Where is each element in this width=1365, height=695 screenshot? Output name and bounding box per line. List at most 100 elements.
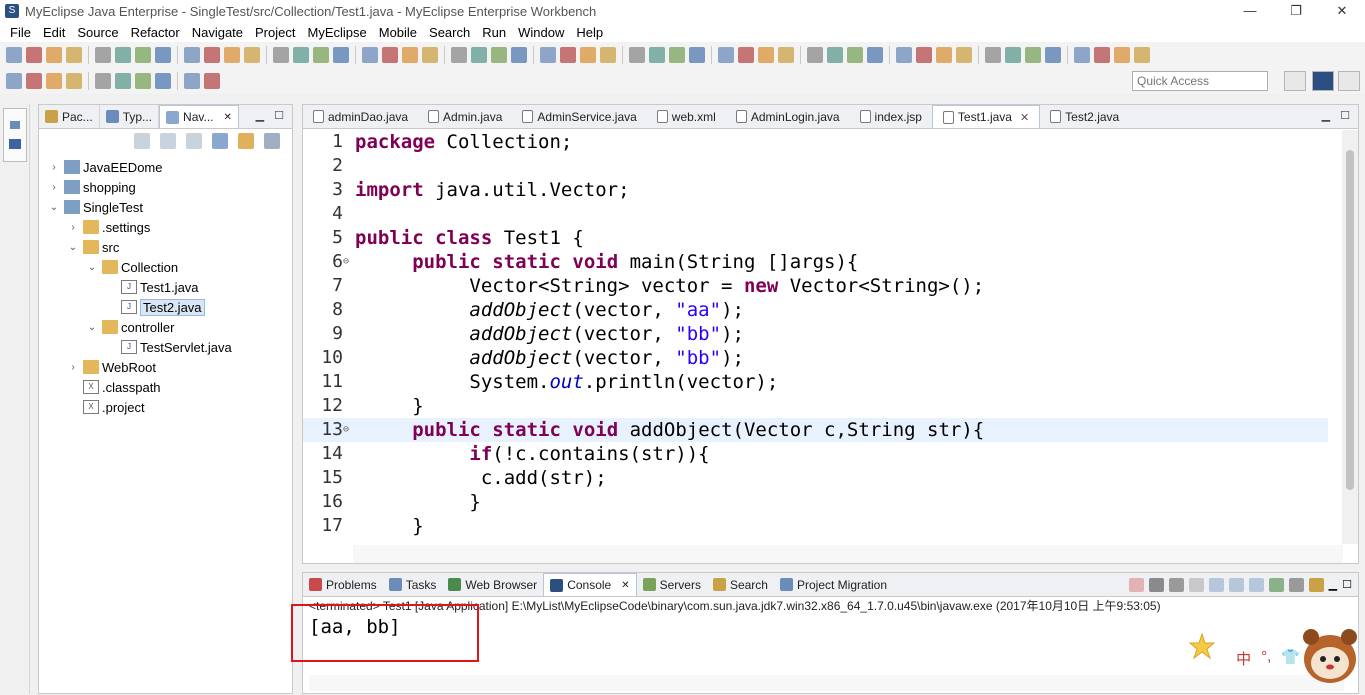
code-editor[interactable]: 1 package Collection; 2 3 import java.util.V…	[303, 130, 1328, 544]
view-tab-0[interactable]: Pac...	[39, 105, 100, 128]
editor-tab-test2-java[interactable]: Test2.java	[1040, 105, 1129, 128]
secondary-tool-icon[interactable]	[135, 73, 151, 89]
maximize-editor-icon[interactable]: ☐	[1340, 109, 1350, 122]
console-tab-problems[interactable]: Problems	[303, 573, 383, 596]
tree-item[interactable]: › shopping	[39, 177, 292, 197]
menu-source[interactable]: Source	[71, 25, 124, 40]
console-tab-search[interactable]: Search	[707, 573, 774, 596]
editor-tab-web-xml[interactable]: web.xml	[647, 105, 726, 128]
main-tool-icon[interactable]	[560, 47, 576, 63]
forward-icon[interactable]	[160, 133, 176, 149]
show-on-output-icon[interactable]	[1228, 578, 1244, 592]
main-tool-icon[interactable]	[827, 47, 843, 63]
open-console-icon[interactable]	[1308, 578, 1324, 592]
tree-item[interactable]: › JavaEEDome	[39, 157, 292, 177]
main-tool-icon[interactable]	[115, 47, 131, 63]
console-tab-web-browser[interactable]: Web Browser	[442, 573, 543, 596]
console-horizontal-scrollbar[interactable]	[309, 675, 1344, 691]
main-tool-icon[interactable]	[540, 47, 556, 63]
code-line[interactable]: 12 }	[303, 394, 1328, 418]
remove-launch-icon[interactable]	[1148, 578, 1164, 592]
menu-run[interactable]: Run	[476, 25, 512, 40]
pin-console-icon[interactable]	[1268, 578, 1284, 592]
code-line[interactable]: 16 }	[303, 490, 1328, 514]
view-menu-icon[interactable]	[264, 133, 280, 149]
main-tool-icon[interactable]	[1134, 47, 1150, 63]
display-console-icon[interactable]	[1288, 578, 1304, 592]
code-line[interactable]: 5 public class Test1 {	[303, 226, 1328, 250]
tree-item[interactable]: ⌄ Collection	[39, 257, 292, 277]
console-tab-servers[interactable]: Servers	[637, 573, 707, 596]
editor-tab-test1-java[interactable]: Test1.java ✕	[931, 105, 1041, 128]
secondary-tool-icon[interactable]	[66, 73, 82, 89]
editor-tab-admindao-java[interactable]: adminDao.java	[303, 105, 418, 128]
close-view-icon[interactable]: ✕	[223, 112, 231, 123]
secondary-tool-icon[interactable]	[26, 73, 42, 89]
restore-button[interactable]: ❐	[1273, 0, 1319, 22]
menu-refactor[interactable]: Refactor	[125, 25, 186, 40]
main-tool-icon[interactable]	[985, 47, 1001, 63]
ime-status-bar[interactable]: 中 °, 👕	[1236, 648, 1300, 669]
menu-edit[interactable]: Edit	[37, 25, 71, 40]
editor-tab-adminservice-java[interactable]: AdminService.java	[512, 105, 646, 128]
main-tool-icon[interactable]	[718, 47, 734, 63]
ime-skin-icon[interactable]: 👕	[1281, 648, 1300, 669]
editor-tab-adminlogin-java[interactable]: AdminLogin.java	[726, 105, 850, 128]
tree-item[interactable]: › WebRoot	[39, 357, 292, 377]
console-tab-project-migration[interactable]: Project Migration	[774, 573, 893, 596]
main-tool-icon[interactable]	[1114, 47, 1130, 63]
main-tool-icon[interactable]	[46, 47, 62, 63]
main-tool-icon[interactable]	[511, 47, 527, 63]
clear-console-icon[interactable]	[1188, 578, 1204, 592]
code-line[interactable]: 10 addObject(vector, "bb");	[303, 346, 1328, 370]
view-icon[interactable]	[9, 139, 21, 149]
main-tool-icon[interactable]	[155, 47, 171, 63]
main-tool-icon[interactable]	[807, 47, 823, 63]
expand-toggle-icon[interactable]: ›	[47, 162, 61, 173]
collapse-all-icon[interactable]	[212, 133, 228, 149]
editor-horizontal-scrollbar[interactable]	[353, 545, 1343, 563]
ime-punctuation[interactable]: °,	[1261, 648, 1271, 669]
main-tool-icon[interactable]	[333, 47, 349, 63]
editor-vertical-scrollbar[interactable]	[1342, 130, 1358, 544]
tree-item[interactable]: J Test2.java	[39, 297, 292, 317]
back-icon[interactable]	[134, 133, 150, 149]
main-tool-icon[interactable]	[1045, 47, 1061, 63]
restore-view-icon[interactable]	[10, 121, 20, 129]
menu-search[interactable]: Search	[423, 25, 476, 40]
main-tool-icon[interactable]	[669, 47, 685, 63]
main-tool-icon[interactable]	[95, 47, 111, 63]
main-tool-icon[interactable]	[402, 47, 418, 63]
main-tool-icon[interactable]	[293, 47, 309, 63]
close-button[interactable]: ✕	[1319, 0, 1365, 22]
close-view-icon[interactable]: ✕	[621, 580, 629, 591]
main-tool-icon[interactable]	[26, 47, 42, 63]
console-tab-tasks[interactable]: Tasks	[383, 573, 443, 596]
fold-toggle-icon[interactable]: ⊖	[343, 418, 349, 442]
main-tool-icon[interactable]	[1094, 47, 1110, 63]
menu-project[interactable]: Project	[249, 25, 301, 40]
secondary-tool-icon[interactable]	[95, 73, 111, 89]
editor-tab-admin-java[interactable]: Admin.java	[418, 105, 512, 128]
tree-item[interactable]: J TestServlet.java	[39, 337, 292, 357]
main-tool-icon[interactable]	[244, 47, 260, 63]
secondary-tool-icon[interactable]	[184, 73, 200, 89]
minimized-views-stack[interactable]	[3, 108, 27, 162]
main-tool-icon[interactable]	[471, 47, 487, 63]
secondary-tool-icon[interactable]	[155, 73, 171, 89]
expand-toggle-icon[interactable]: ⌄	[85, 262, 99, 273]
code-line[interactable]: 4	[303, 202, 1328, 226]
up-icon[interactable]	[186, 133, 202, 149]
main-tool-icon[interactable]	[66, 47, 82, 63]
main-tool-icon[interactable]	[867, 47, 883, 63]
tree-item[interactable]: ⌄ src	[39, 237, 292, 257]
open-perspective-button[interactable]	[1284, 71, 1306, 91]
main-tool-icon[interactable]	[204, 47, 220, 63]
tree-item[interactable]: ⌄ SingleTest	[39, 197, 292, 217]
minimize-editor-icon[interactable]: ▁	[1322, 109, 1330, 122]
main-tool-icon[interactable]	[1005, 47, 1021, 63]
code-line[interactable]: 8 addObject(vector, "aa");	[303, 298, 1328, 322]
main-tool-icon[interactable]	[600, 47, 616, 63]
main-tool-icon[interactable]	[629, 47, 645, 63]
code-line[interactable]: 7 Vector<String> vector = new Vector<Str…	[303, 274, 1328, 298]
